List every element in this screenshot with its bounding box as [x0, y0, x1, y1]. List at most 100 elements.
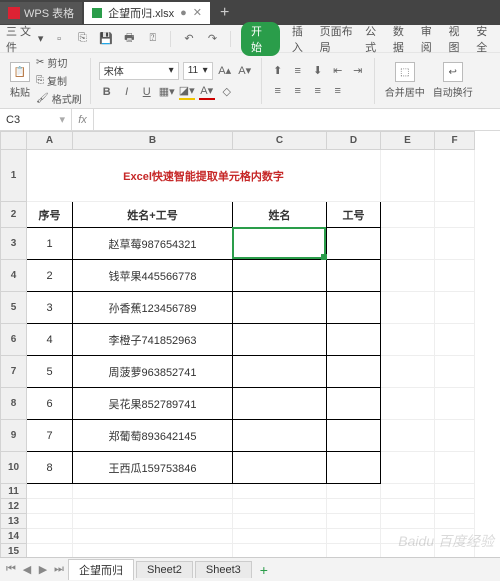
align-middle-icon[interactable]: ≡ — [290, 63, 306, 79]
cell[interactable] — [381, 484, 435, 499]
cell[interactable] — [381, 356, 435, 388]
select-all-corner[interactable] — [1, 132, 27, 150]
cell[interactable] — [327, 388, 381, 420]
cell[interactable] — [327, 544, 381, 558]
tab-security[interactable]: 安全 — [476, 23, 494, 55]
col-header-d[interactable]: D — [327, 132, 381, 150]
cell[interactable] — [381, 420, 435, 452]
cell[interactable] — [435, 356, 475, 388]
cell[interactable]: 吴花果852789741 — [73, 388, 233, 420]
row-header[interactable]: 10 — [1, 452, 27, 484]
cell[interactable] — [327, 324, 381, 356]
cell[interactable] — [327, 452, 381, 484]
cell[interactable] — [435, 514, 475, 529]
cell[interactable] — [435, 260, 475, 292]
cell[interactable] — [73, 529, 233, 544]
cell[interactable] — [27, 529, 73, 544]
tab-pagelayout[interactable]: 页面布局 — [320, 23, 356, 55]
cell[interactable] — [327, 260, 381, 292]
align-justify-icon[interactable]: ≡ — [330, 83, 346, 99]
cell[interactable] — [27, 499, 73, 514]
col-header-a[interactable]: A — [27, 132, 73, 150]
row-header[interactable]: 3 — [1, 228, 27, 260]
cell[interactable] — [381, 150, 435, 202]
save-icon[interactable]: 💾 — [98, 30, 113, 48]
cell[interactable] — [233, 529, 327, 544]
row-header[interactable]: 2 — [1, 202, 27, 228]
cell[interactable]: 孙香蕉123456789 — [73, 292, 233, 324]
decrease-font-icon[interactable]: A▾ — [237, 63, 253, 79]
title-cell[interactable]: Excel快速智能提取单元格内数字 — [27, 150, 381, 202]
col-header-c[interactable]: C — [233, 132, 327, 150]
cell[interactable] — [381, 260, 435, 292]
cell[interactable] — [327, 529, 381, 544]
cell[interactable]: 工号 — [327, 202, 381, 228]
row-header[interactable]: 13 — [1, 514, 27, 529]
font-size-select[interactable]: 11▾ — [183, 62, 213, 80]
cell[interactable] — [327, 356, 381, 388]
cell[interactable]: 赵草莓987654321 — [73, 228, 233, 260]
cell[interactable] — [27, 514, 73, 529]
cell[interactable] — [327, 420, 381, 452]
cell[interactable]: 4 — [27, 324, 73, 356]
new-tab-button[interactable]: + — [210, 4, 239, 22]
cell[interactable]: 2 — [27, 260, 73, 292]
tab-review[interactable]: 审阅 — [421, 23, 439, 55]
redo-icon[interactable]: ↷ — [205, 30, 220, 48]
align-center-icon[interactable]: ≡ — [290, 83, 306, 99]
cell[interactable] — [233, 356, 327, 388]
wrap-text-button[interactable]: ↩ 自动换行 — [431, 62, 475, 99]
row-header[interactable]: 1 — [1, 150, 27, 202]
cell[interactable] — [435, 292, 475, 324]
row-header[interactable]: 4 — [1, 260, 27, 292]
next-sheet-icon[interactable]: ▶ — [36, 563, 50, 577]
cell[interactable] — [381, 202, 435, 228]
cell[interactable] — [327, 228, 381, 260]
cell[interactable] — [381, 228, 435, 260]
cell[interactable] — [27, 544, 73, 558]
cell[interactable]: 7 — [27, 420, 73, 452]
tab-formula[interactable]: 公式 — [365, 23, 383, 55]
cell[interactable] — [73, 514, 233, 529]
col-header-f[interactable]: F — [435, 132, 475, 150]
row-header[interactable]: 12 — [1, 499, 27, 514]
cell[interactable] — [435, 228, 475, 260]
font-color-icon[interactable]: A▾ — [199, 84, 215, 100]
row-header[interactable]: 14 — [1, 529, 27, 544]
cell[interactable] — [73, 544, 233, 558]
copy-button[interactable]: ⎘ 复制 — [36, 73, 82, 88]
cell[interactable] — [73, 499, 233, 514]
cell[interactable] — [233, 514, 327, 529]
cut-button[interactable]: ✂ 剪切 — [36, 55, 82, 70]
tab-view[interactable]: 视图 — [448, 23, 466, 55]
cell[interactable] — [233, 260, 327, 292]
formula-input[interactable] — [94, 109, 500, 130]
tab-start[interactable]: 开始 — [241, 22, 280, 56]
name-box[interactable]: C3 ▾ — [0, 109, 72, 130]
cell[interactable] — [435, 324, 475, 356]
cell[interactable]: 1 — [27, 228, 73, 260]
cell[interactable]: 李橙子741852963 — [73, 324, 233, 356]
cell[interactable] — [327, 292, 381, 324]
last-sheet-icon[interactable]: ⏭ — [52, 563, 66, 577]
row-header[interactable]: 7 — [1, 356, 27, 388]
align-top-icon[interactable]: ⬆ — [270, 63, 286, 79]
cell[interactable]: 姓名+工号 — [73, 202, 233, 228]
row-header[interactable]: 9 — [1, 420, 27, 452]
col-header-e[interactable]: E — [381, 132, 435, 150]
cell[interactable] — [233, 388, 327, 420]
cell[interactable] — [233, 420, 327, 452]
cell[interactable] — [435, 544, 475, 558]
cell[interactable] — [435, 202, 475, 228]
new-icon[interactable]: ▫ — [51, 30, 66, 48]
cell[interactable] — [27, 484, 73, 499]
cell[interactable]: 6 — [27, 388, 73, 420]
cell[interactable] — [381, 452, 435, 484]
paste-button[interactable]: 📋 粘贴 — [8, 62, 32, 99]
cell[interactable] — [381, 529, 435, 544]
prev-sheet-icon[interactable]: ◀ — [20, 563, 34, 577]
cell[interactable] — [381, 499, 435, 514]
cell[interactable] — [435, 484, 475, 499]
cell[interactable]: 姓名 — [233, 202, 327, 228]
first-sheet-icon[interactable]: ⏮ — [4, 563, 18, 577]
